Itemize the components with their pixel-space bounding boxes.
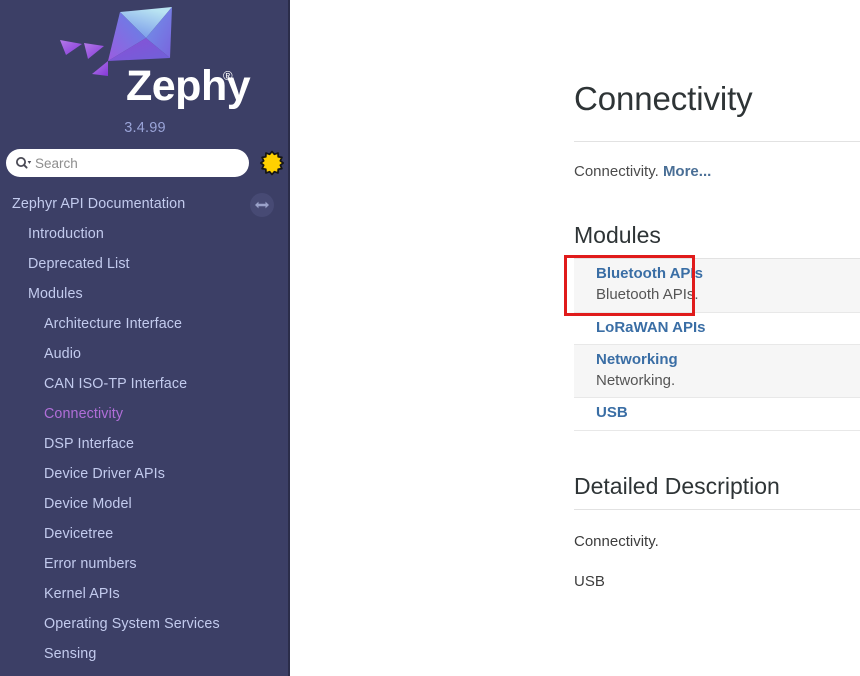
svg-text:®: ® bbox=[223, 68, 233, 83]
table-row[interactable]: Networking Networking. bbox=[574, 344, 860, 399]
sidebar-item-device-driver-apis[interactable]: Device Driver APIs bbox=[0, 459, 290, 489]
sidebar-item-audio[interactable]: Audio bbox=[0, 339, 290, 369]
module-link[interactable]: USB bbox=[596, 403, 860, 423]
search-icon bbox=[15, 156, 32, 171]
brief-description: Connectivity. More... bbox=[574, 163, 860, 180]
sidebar-item-sensing[interactable]: Sensing bbox=[0, 639, 290, 669]
modules-table: Bluetooth APIs Bluetooth APIs. LoRaWAN API… bbox=[574, 259, 860, 431]
sidebar-item-connectivity[interactable]: Connectivity bbox=[0, 399, 290, 429]
starburst-icon[interactable] bbox=[258, 149, 286, 177]
search-input[interactable] bbox=[35, 155, 230, 171]
sidebar-item-label: Device Driver APIs bbox=[44, 466, 165, 482]
svg-text:Zephyr: Zephyr bbox=[126, 62, 252, 110]
sidebar-item-introduction[interactable]: Introduction bbox=[0, 219, 290, 249]
module-link[interactable]: Bluetooth APIs bbox=[596, 264, 860, 284]
sidebar-item-label: Deprecated List bbox=[28, 256, 130, 272]
sidebar-item-label: Device Model bbox=[44, 496, 132, 512]
sidebar-item-label: Architecture Interface bbox=[44, 316, 183, 332]
module-description: Bluetooth APIs. bbox=[596, 286, 699, 304]
more-link[interactable]: More... bbox=[663, 163, 711, 180]
table-row[interactable]: LoRaWAN APIs bbox=[574, 312, 860, 345]
version-label: 3.4.99 bbox=[124, 120, 166, 136]
module-cell: Networking Networking. bbox=[574, 345, 860, 398]
sidebar-item-label: Devicetree bbox=[44, 526, 114, 542]
sidebar-nav: Zephyr API Documentation Introduction Depr… bbox=[0, 189, 290, 669]
sidebar-item-label: Sensing bbox=[44, 646, 97, 662]
sidebar-item-operating-system-services[interactable]: Operating System Services bbox=[0, 609, 290, 639]
sidebar-item-kernel-apis[interactable]: Kernel APIs bbox=[0, 579, 290, 609]
detailed-paragraph: USB bbox=[574, 572, 605, 590]
sidebar-item-label: Zephyr API Documentation bbox=[12, 196, 186, 212]
sidebar-item-label: Modules bbox=[28, 286, 83, 302]
search-box[interactable] bbox=[6, 149, 249, 177]
table-row[interactable]: Bluetooth APIs Bluetooth APIs. bbox=[574, 259, 860, 313]
sidebar-item-devicetree[interactable]: Devicetree bbox=[0, 519, 290, 549]
module-description: Networking. bbox=[596, 372, 676, 389]
title-divider bbox=[574, 141, 860, 142]
module-cell: LoRaWAN APIs bbox=[574, 313, 860, 344]
sidebar-item-label: Introduction bbox=[28, 226, 104, 242]
modules-heading: Modules bbox=[574, 222, 661, 248]
brief-text: Connectivity. bbox=[574, 163, 663, 180]
detailed-paragraph: Connectivity. bbox=[574, 532, 659, 550]
sidebar-item-label: Connectivity bbox=[44, 406, 124, 422]
zephyr-logo-icon: Zephyr ® bbox=[60, 7, 252, 110]
sidebar-item-label: Audio bbox=[44, 346, 82, 362]
page-title: Connectivity bbox=[574, 80, 753, 117]
documentation-page: Zephyr ® 3.4.99 bbox=[0, 0, 860, 676]
sidebar-item-error-numbers[interactable]: Error numbers bbox=[0, 549, 290, 579]
sidebar-item-modules[interactable]: Modules bbox=[0, 279, 290, 309]
sidebar-item-device-model[interactable]: Device Model bbox=[0, 489, 290, 519]
sidebar-item-zephyr-api-documentation[interactable]: Zephyr API Documentation bbox=[0, 189, 290, 219]
sidebar-item-dsp-interface[interactable]: DSP Interface bbox=[0, 429, 290, 459]
module-link[interactable]: LoRaWAN APIs bbox=[596, 318, 860, 338]
sidebar-item-label: Operating System Services bbox=[44, 616, 220, 632]
table-row[interactable]: USB bbox=[574, 397, 860, 431]
module-cell: USB bbox=[574, 398, 860, 429]
sidebar-item-label: CAN ISO-TP Interface bbox=[44, 376, 188, 392]
detailed-description-heading: Detailed Description bbox=[574, 472, 780, 499]
sidebar-item-deprecated-list[interactable]: Deprecated List bbox=[0, 249, 290, 279]
detailed-description-body: Connectivity. USB bbox=[574, 533, 860, 590]
sidebar: Zephyr ® 3.4.99 bbox=[0, 0, 290, 676]
zephyr-logo[interactable]: Zephyr ® bbox=[0, 0, 290, 118]
sidebar-item-label: DSP Interface bbox=[44, 436, 135, 452]
sidebar-item-architecture-interface[interactable]: Architecture Interface bbox=[0, 309, 290, 339]
search-row bbox=[0, 136, 290, 180]
sidebar-item-label: Kernel APIs bbox=[44, 586, 120, 602]
main-content: Connectivity Connectivity. More... Modul… bbox=[290, 0, 860, 676]
sidebar-item-label: Error numbers bbox=[44, 556, 137, 572]
module-cell: Bluetooth APIs Bluetooth APIs. bbox=[574, 259, 860, 312]
sidebar-item-can-iso-tp-interface[interactable]: CAN ISO-TP Interface bbox=[0, 369, 290, 399]
detailed-divider bbox=[574, 508, 860, 510]
module-link[interactable]: Networking bbox=[596, 350, 860, 370]
